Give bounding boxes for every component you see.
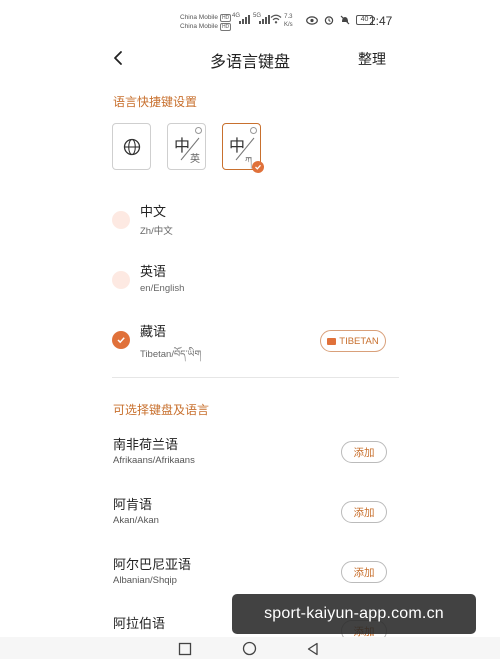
language-item-tibetan[interactable]: 藏语 Tibetan/བོད་ཡིག TIBETAN — [112, 321, 392, 365]
layout-option-zh-tibetan[interactable]: 中 ཀ — [222, 123, 264, 173]
language-subtitle: Tibetan/བོད་ཡིག — [140, 349, 202, 360]
radio-unchecked[interactable] — [112, 271, 130, 289]
signal-1-icon — [239, 15, 250, 24]
selected-check-icon — [252, 161, 264, 173]
language-name: 阿尔巴尼亚语 — [113, 558, 192, 573]
speed-unit: K/s — [284, 22, 293, 28]
flag-icon — [327, 337, 337, 345]
radio-unchecked[interactable] — [112, 211, 130, 229]
hd-badge-2: HD — [219, 23, 232, 31]
language-name: 英语 — [140, 265, 167, 280]
wifi-icon — [270, 14, 282, 24]
signal-2-icon — [259, 15, 270, 24]
app-header: 多语言键盘 整理 — [0, 40, 500, 76]
layout-secondary-char: ཀ — [245, 156, 253, 167]
square-icon — [178, 642, 192, 656]
language-name: 南非荷兰语 — [113, 438, 179, 453]
home-button[interactable] — [242, 641, 258, 657]
language-name: 中文 — [140, 205, 167, 220]
language-subtitle: Zh/中文 — [140, 226, 173, 237]
status-icons: 40 — [306, 15, 373, 25]
available-language-item: 南非荷兰语 Afrikaans/Afrikaans 添加 — [113, 434, 393, 478]
clock: 2:47 — [369, 14, 393, 28]
available-language-item: 阿尔巴尼亚语 Albanian/Shqip 添加 — [113, 554, 393, 598]
carrier-2: China Mobile — [180, 23, 218, 30]
shortcut-section-title: 语言快捷键设置 — [113, 95, 198, 109]
keyboard-badge[interactable]: TIBETAN — [320, 330, 386, 352]
mute-icon — [340, 15, 350, 25]
language-subtitle: Akan/Akan — [113, 515, 159, 526]
language-name: 阿拉伯语 — [113, 617, 166, 632]
language-name: 阿肯语 — [113, 498, 153, 513]
back-nav-button[interactable] — [306, 641, 322, 657]
section-divider — [112, 377, 399, 378]
language-name: 藏语 — [140, 325, 167, 340]
circle-icon — [242, 641, 257, 656]
alarm-icon — [324, 16, 334, 25]
watermark-text: sport-kaiyun-app.com.cn — [264, 605, 444, 622]
carrier-info: China Mobile HD China Mobile HD — [180, 13, 232, 31]
layout-option-zh-en[interactable]: 中 英 — [167, 123, 206, 170]
speed-value: 7.3 — [284, 14, 293, 20]
triangle-back-icon — [307, 642, 318, 656]
small-globe-icon — [250, 127, 257, 134]
page-title: 多语言键盘 — [209, 52, 290, 71]
eye-icon — [306, 15, 318, 25]
add-button[interactable]: 添加 — [341, 561, 387, 583]
status-bar: China Mobile HD China Mobile HD 4G 5G 7.3 … — [0, 0, 500, 40]
globe-icon — [123, 138, 141, 156]
available-section-title: 可选择键盘及语言 — [113, 403, 210, 417]
layout-option-globe[interactable] — [112, 123, 151, 170]
badge-label: TIBETAN — [339, 335, 379, 347]
language-subtitle: Albanian/Shqip — [113, 575, 177, 586]
watermark-banner: sport-kaiyun-app.com.cn — [232, 594, 476, 634]
check-icon — [117, 337, 125, 344]
carrier-1: China Mobile — [180, 14, 218, 21]
radio-checked[interactable] — [112, 331, 130, 349]
layout-secondary-char: 英 — [190, 154, 200, 165]
language-item-chinese[interactable]: 中文 Zh/中文 — [112, 201, 392, 245]
manage-button[interactable]: 整理 — [358, 49, 386, 69]
available-language-item: 阿肯语 Akan/Akan 添加 — [113, 494, 393, 538]
recents-button[interactable] — [178, 641, 194, 657]
add-button[interactable]: 添加 — [341, 441, 387, 463]
network-speed: 7.3 K/s — [284, 13, 293, 29]
system-nav-bar — [0, 637, 500, 659]
language-item-english[interactable]: 英语 en/English — [112, 261, 392, 305]
add-button[interactable]: 添加 — [341, 501, 387, 523]
small-globe-icon — [195, 127, 202, 134]
language-subtitle: en/English — [140, 283, 185, 294]
hd-badge-1: HD — [219, 14, 232, 22]
slash-divider — [235, 137, 255, 161]
language-subtitle: Afrikaans/Afrikaans — [113, 455, 195, 466]
